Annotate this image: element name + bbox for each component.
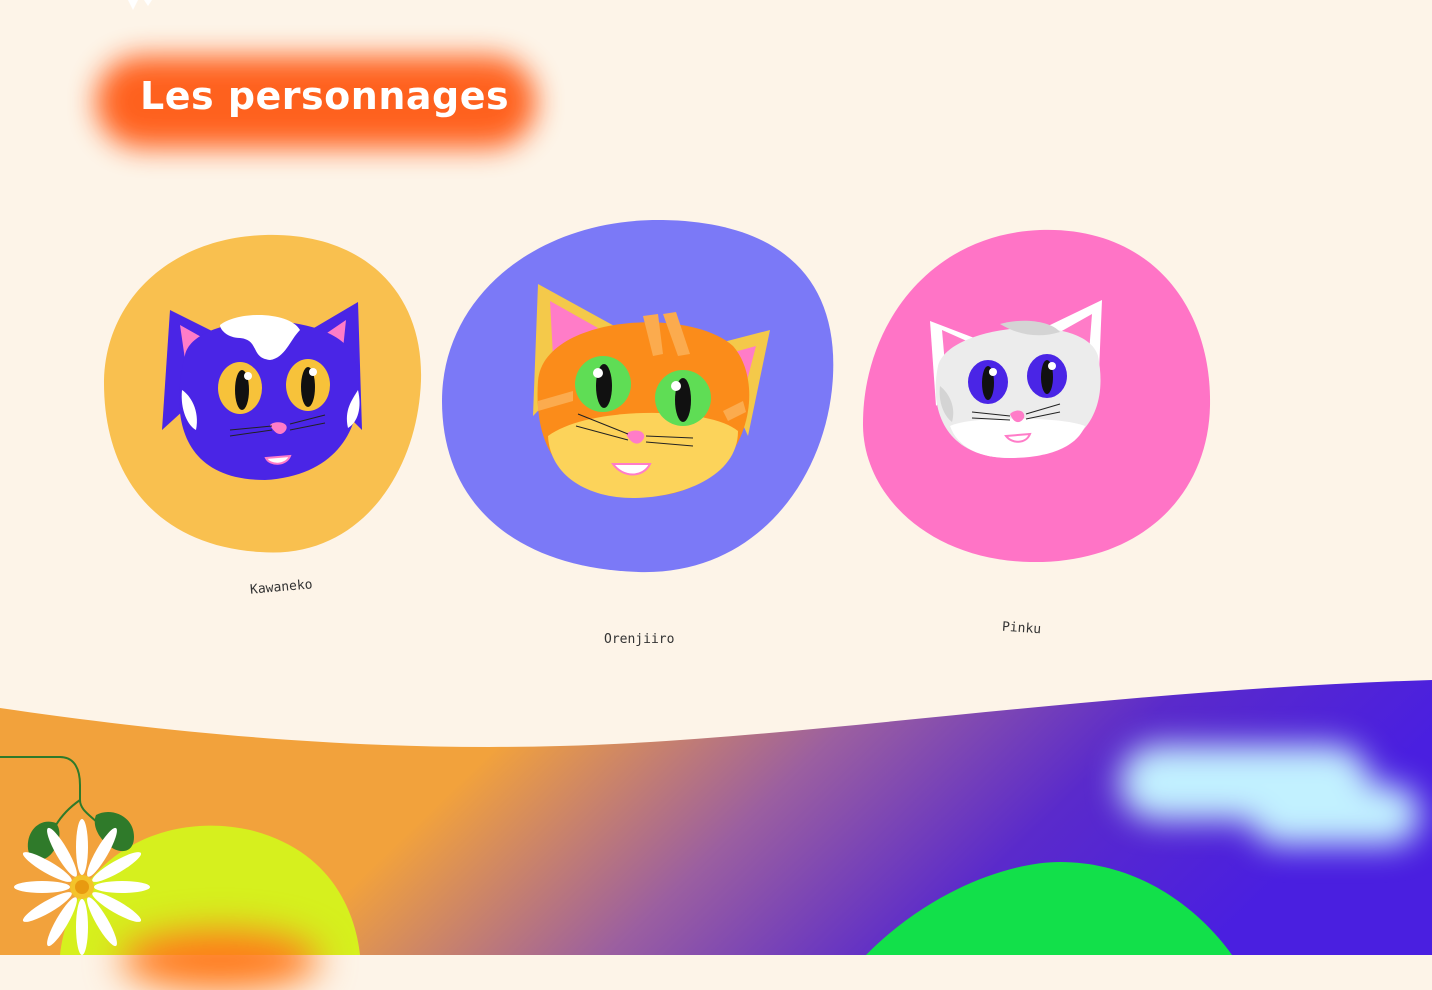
character-card-orenjiiro[interactable] <box>438 216 838 578</box>
character-name-kawaneko: Kawaneko <box>249 577 314 598</box>
glow-decoration <box>120 930 320 990</box>
star-icon <box>128 0 152 10</box>
character-name-pinku: Pinku <box>1001 619 1042 638</box>
cat-orenjiiro-illustration <box>442 219 834 573</box>
character-card-kawaneko[interactable] <box>100 230 430 560</box>
character-card-pinku[interactable] <box>860 226 1216 566</box>
character-name-orenjiiro: Orenjiiro <box>604 632 675 647</box>
section-title: Les personnages <box>140 74 510 118</box>
cat-pinku-illustration <box>862 229 1211 563</box>
cloud-icon <box>1110 735 1430 855</box>
section-title-badge: Les personnages <box>96 56 536 148</box>
cat-kawaneko-illustration <box>103 234 422 553</box>
flower-icon <box>0 756 150 955</box>
